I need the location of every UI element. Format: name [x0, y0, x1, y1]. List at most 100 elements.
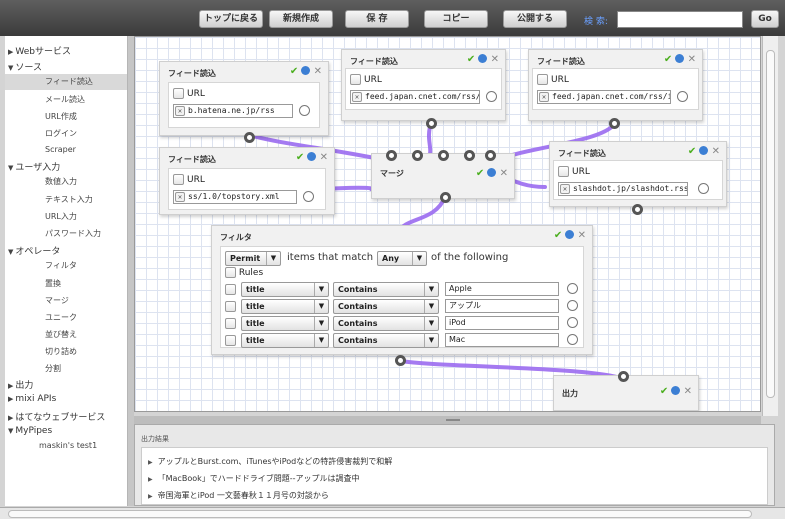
output-terminal-icon[interactable]	[426, 118, 437, 129]
check-icon[interactable]: ✔	[296, 152, 304, 163]
help-icon[interactable]	[671, 386, 681, 395]
rule-value-input[interactable]: iPod	[445, 316, 559, 330]
url-checkbox[interactable]	[350, 74, 361, 85]
rule-checkbox[interactable]	[225, 318, 236, 329]
input-port-icon[interactable]	[486, 91, 497, 102]
sidebar-item-unique[interactable]: ユニーク	[5, 310, 127, 326]
sidebar-item-password-input[interactable]: パスワード入力	[5, 226, 127, 242]
url-field[interactable]: ✕ b.hatena.ne.jp/rss	[173, 104, 293, 118]
help-icon[interactable]	[478, 54, 488, 63]
rule-field-select[interactable]: title ▼	[241, 299, 329, 314]
output-terminal-icon[interactable]	[440, 192, 451, 203]
help-icon[interactable]	[699, 146, 709, 155]
feed-module[interactable]: フィード読込 ✔ ✕ URL ✕ ss/1.0/topstory.xml	[159, 147, 335, 215]
help-icon[interactable]	[565, 230, 575, 239]
remove-icon[interactable]: ✕	[352, 92, 362, 102]
input-terminal-icon[interactable]	[464, 150, 475, 161]
sidebar-category-mixi[interactable]: ▶ mixi APIs	[8, 394, 56, 404]
help-icon[interactable]	[487, 168, 497, 177]
help-icon[interactable]	[301, 66, 311, 75]
sidebar-item-split[interactable]: 分割	[5, 361, 127, 377]
remove-icon[interactable]: ✕	[560, 184, 570, 194]
rules-checkbox[interactable]	[225, 267, 236, 278]
rule-field-select[interactable]: title ▼	[241, 316, 329, 331]
new-pipe-button[interactable]: 新規作成	[269, 10, 333, 28]
close-icon[interactable]: ✕	[712, 146, 720, 157]
remove-icon[interactable]: ✕	[175, 106, 185, 116]
feed-module[interactable]: フィード読込 ✔ ✕ URL ✕ slashdot.jp/slashdot.rss	[549, 141, 727, 215]
url-field[interactable]: ✕ slashdot.jp/slashdot.rss	[558, 182, 688, 196]
url-field[interactable]: ✕ feed.japan.cnet.com/rss/i	[537, 90, 671, 104]
output-terminal-icon[interactable]	[244, 132, 255, 143]
rule-checkbox[interactable]	[225, 335, 236, 346]
sidebar-category-web[interactable]: ▶ Webサービス	[8, 44, 71, 57]
sidebar-category-source[interactable]: ▼ ソース	[8, 60, 42, 73]
merge-module[interactable]: マージ ✔ ✕	[371, 150, 515, 203]
input-terminal-icon[interactable]	[386, 150, 397, 161]
close-icon[interactable]: ✕	[320, 152, 328, 163]
input-port-icon[interactable]	[567, 283, 578, 294]
publish-button[interactable]: 公開する	[503, 10, 567, 28]
input-terminal-icon[interactable]	[412, 150, 423, 161]
url-field[interactable]: ✕ feed.japan.cnet.com/rss/i	[350, 90, 480, 104]
back-to-top-button[interactable]: トップに戻る	[199, 10, 263, 28]
input-terminal-icon[interactable]	[438, 150, 449, 161]
feed-module[interactable]: フィード読込 ✔ ✕ URL ✕ feed.japan.cnet.com/rss/…	[341, 49, 506, 129]
sidebar-item-text-input[interactable]: テキスト入力	[5, 192, 127, 208]
search-input[interactable]	[617, 11, 743, 28]
sidebar-item-scraper[interactable]: Scraper	[5, 142, 127, 158]
expand-arrow-icon[interactable]: ▶	[148, 493, 153, 500]
url-checkbox[interactable]	[173, 174, 184, 185]
remove-icon[interactable]: ✕	[175, 192, 185, 202]
remove-icon[interactable]: ✕	[539, 92, 549, 102]
sidebar-category-mypipes[interactable]: ▼ MyPipes	[8, 426, 52, 436]
check-icon[interactable]: ✔	[290, 66, 298, 77]
url-checkbox[interactable]	[558, 166, 569, 177]
sidebar-item-number-input[interactable]: 数値入力	[5, 174, 127, 190]
save-button[interactable]: 保 存	[345, 10, 409, 28]
expand-arrow-icon[interactable]: ▶	[148, 459, 153, 466]
output-splitter[interactable]	[134, 416, 761, 424]
sidebar-category-hatena[interactable]: ▶ はてなウェブサービス	[8, 410, 105, 423]
sidebar-category-user-input[interactable]: ▼ ユーザ入力	[8, 160, 60, 173]
url-checkbox[interactable]	[173, 88, 184, 99]
rule-field-select[interactable]: title ▼	[241, 282, 329, 297]
input-port-icon[interactable]	[567, 300, 578, 311]
help-icon[interactable]	[307, 152, 317, 161]
feed-module[interactable]: フィード読込 ✔ ✕ URL ✕ feed.japan.cnet.com/rss/…	[528, 49, 703, 129]
url-field[interactable]: ✕ ss/1.0/topstory.xml	[173, 190, 297, 204]
sidebar-item-mail-read[interactable]: メール読込	[5, 92, 127, 108]
sidebar-item-sort[interactable]: 並び替え	[5, 327, 127, 343]
input-terminal-icon[interactable]	[618, 371, 629, 382]
list-item[interactable]: ▶ 帝国海軍とiPod 一文藝春秋１１月号の対談から	[148, 490, 329, 501]
input-port-icon[interactable]	[567, 317, 578, 328]
check-icon[interactable]: ✔	[664, 54, 672, 65]
sidebar-category-operator[interactable]: ▼ オペレータ	[8, 244, 60, 257]
sidebar-item-filter[interactable]: フィルタ	[5, 258, 127, 274]
rule-checkbox[interactable]	[225, 284, 236, 295]
check-icon[interactable]: ✔	[688, 146, 696, 157]
rule-value-input[interactable]: Apple	[445, 282, 559, 296]
list-item[interactable]: ▶ 「MacBook」でハードドライブ問題--アップルは調査中	[148, 473, 360, 484]
sidebar-item-login[interactable]: ログイン	[5, 126, 127, 142]
list-item[interactable]: ▶ アップルとBurst.com、iTunesやiPodなどの特許侵害裁判で和解	[148, 456, 392, 467]
horizontal-scrollbar[interactable]	[0, 507, 785, 519]
filter-module[interactable]: フィルタ ✔ ✕ Permit ▼ items that match Any ▼ o…	[211, 225, 593, 355]
rule-op-select[interactable]: Contains ▼	[333, 299, 439, 314]
input-port-icon[interactable]	[567, 334, 578, 345]
close-icon[interactable]: ✕	[578, 230, 586, 241]
scrollbar-thumb[interactable]	[766, 50, 775, 398]
filter-match-select[interactable]: Any ▼	[377, 251, 427, 266]
copy-button[interactable]: コピー	[424, 10, 488, 28]
rule-checkbox[interactable]	[225, 301, 236, 312]
input-port-icon[interactable]	[303, 191, 314, 202]
close-icon[interactable]: ✕	[500, 168, 508, 179]
output-module[interactable]: 出力 ✔ ✕	[553, 371, 699, 411]
sidebar-item-merge[interactable]: マージ	[5, 293, 127, 309]
check-icon[interactable]: ✔	[476, 168, 484, 179]
rule-field-select[interactable]: title ▼	[241, 333, 329, 348]
check-icon[interactable]: ✔	[554, 230, 562, 241]
rule-value-input[interactable]: Mac	[445, 333, 559, 347]
expand-arrow-icon[interactable]: ▶	[148, 476, 153, 483]
sidebar-item-url-builder[interactable]: URL作成	[5, 109, 127, 125]
